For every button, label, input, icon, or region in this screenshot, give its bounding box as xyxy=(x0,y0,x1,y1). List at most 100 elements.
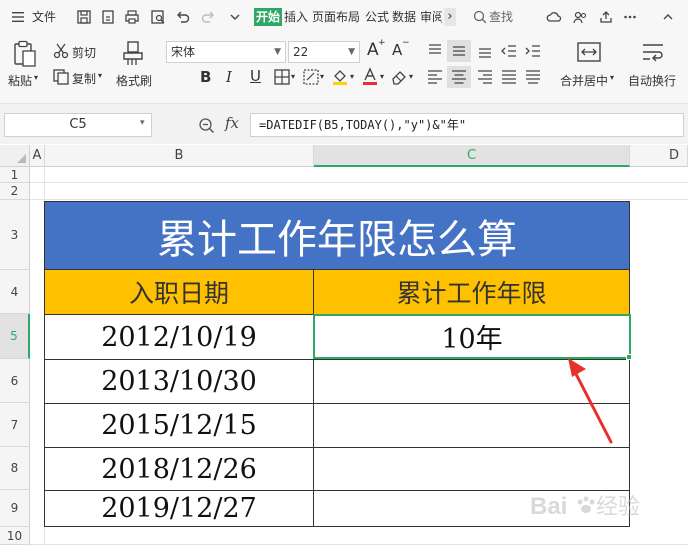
merge-center-button[interactable]: 合并居中 xyxy=(560,72,608,89)
fill-color-icon[interactable] xyxy=(331,67,349,85)
font-size-select[interactable]: 22 ▼ xyxy=(288,41,360,63)
more-tabs-arrow[interactable]: › xyxy=(444,8,456,26)
header-years-worked: 累计工作年限 xyxy=(396,279,547,308)
increase-indent-icon[interactable] xyxy=(524,42,542,60)
corner-triangle-icon xyxy=(17,154,26,163)
fill-handle[interactable] xyxy=(626,354,632,360)
merge-dropdown-icon[interactable]: ▾ xyxy=(610,73,614,82)
underline-button[interactable]: U xyxy=(250,67,261,85)
tab-page-layout[interactable]: 页面布局 xyxy=(312,9,360,25)
chevron-down-icon: ▼ xyxy=(274,47,281,57)
align-left-icon[interactable] xyxy=(426,68,444,86)
eraser-dropdown-icon[interactable]: ▾ xyxy=(409,72,413,81)
column-header-b[interactable]: B xyxy=(45,145,314,167)
tab-review[interactable]: 审阅 xyxy=(420,9,442,25)
cell-c8[interactable] xyxy=(313,447,630,491)
font-color-icon[interactable] xyxy=(361,67,379,85)
bold-button[interactable]: B xyxy=(200,68,211,86)
print-icon[interactable] xyxy=(124,9,140,25)
collapse-ribbon-icon[interactable] xyxy=(660,9,676,25)
row-header-1[interactable]: 1 xyxy=(0,167,30,183)
paste-button[interactable]: 粘贴 xyxy=(8,72,32,89)
align-center-icon[interactable] xyxy=(450,68,468,86)
decrease-indent-icon[interactable] xyxy=(500,42,518,60)
row-header-3[interactable]: 3 xyxy=(0,200,30,270)
formula-input[interactable]: =DATEDIF(B5,TODAY(),"y")&"年" xyxy=(250,113,684,137)
align-top-icon[interactable] xyxy=(426,42,444,60)
header-cell-b4[interactable]: 入职日期 xyxy=(44,269,314,315)
paste-dropdown-icon[interactable]: ▾ xyxy=(34,73,38,82)
share-icon[interactable] xyxy=(598,9,614,25)
wrap-text-button[interactable]: 自动换行 xyxy=(628,72,676,89)
tab-data[interactable]: 数据 xyxy=(392,9,416,25)
distributed-align-icon[interactable] xyxy=(524,68,542,86)
row-header-10[interactable]: 10 xyxy=(0,527,30,545)
borders-icon[interactable] xyxy=(273,68,291,86)
red-annotation-arrow xyxy=(568,358,613,444)
merged-title-cell[interactable]: 累计工作年限怎么算 xyxy=(44,201,630,270)
header-hire-date: 入职日期 xyxy=(128,279,229,308)
zoom-formula-icon[interactable] xyxy=(198,117,215,134)
fill-color-dropdown-icon[interactable]: ▾ xyxy=(350,72,354,81)
header-cell-c4[interactable]: 累计工作年限 xyxy=(313,269,630,315)
cell-b5[interactable]: 2012/10/19 xyxy=(44,314,314,360)
copy-dropdown-icon[interactable]: ▾ xyxy=(98,71,102,80)
row-header-4[interactable]: 4 xyxy=(0,270,30,314)
ribbon-toolbar: 粘贴 ▾ 剪切 复制 ▾ 格式刷 宋体 ▼ 22 ▼ A + A − B I U… xyxy=(0,36,688,104)
formula-text: =DATEDIF(B5,TODAY(),"y")&"年" xyxy=(259,118,467,132)
menu-bar: 文件 开始 插入 页面布局 公式 数据 审阅 › 查找 xyxy=(0,0,688,36)
column-header-c[interactable]: C xyxy=(314,145,630,167)
save-icon[interactable] xyxy=(76,9,92,25)
select-all-corner[interactable] xyxy=(0,145,30,167)
paste-icon[interactable] xyxy=(12,40,38,68)
file-menu[interactable]: 文件 xyxy=(32,9,56,25)
cell-b8[interactable]: 2018/12/26 xyxy=(44,447,314,491)
search-command[interactable]: 查找 xyxy=(489,9,513,25)
align-right-icon[interactable] xyxy=(476,68,494,86)
italic-button[interactable]: I xyxy=(226,68,232,86)
align-bottom-icon[interactable] xyxy=(476,42,494,60)
cell-b7[interactable]: 2015/12/15 xyxy=(44,403,314,448)
row-header-7[interactable]: 7 xyxy=(0,403,30,447)
tab-insert[interactable]: 插入 xyxy=(284,9,308,25)
tab-home[interactable]: 开始 xyxy=(254,8,283,26)
undo-icon[interactable] xyxy=(175,9,191,25)
align-middle-icon[interactable] xyxy=(450,42,468,60)
export-pdf-icon[interactable] xyxy=(100,9,116,25)
grow-font-button[interactable]: A xyxy=(367,40,379,60)
quick-access-dropdown-icon[interactable] xyxy=(227,9,243,25)
shrink-font-button[interactable]: A xyxy=(392,41,402,59)
cell-b9[interactable]: 2019/12/27 xyxy=(44,490,314,527)
more-options-icon[interactable] xyxy=(622,9,638,25)
print-preview-icon[interactable] xyxy=(150,9,166,25)
row-header-5[interactable]: 5 xyxy=(0,314,30,359)
hire-date-value: 2013/10/30 xyxy=(101,366,257,397)
fill-pattern-icon[interactable] xyxy=(302,68,320,86)
column-header-d[interactable]: D xyxy=(630,145,688,167)
cloud-sync-icon[interactable] xyxy=(546,9,562,25)
copy-button[interactable]: 复制 xyxy=(72,70,96,87)
hire-date-value: 2012/10/19 xyxy=(101,321,257,353)
justify-icon[interactable] xyxy=(500,68,518,86)
cut-button[interactable]: 剪切 xyxy=(72,44,96,61)
row-header-6[interactable]: 6 xyxy=(0,359,30,403)
insert-function-button[interactable]: fx xyxy=(225,114,239,132)
cell-b6[interactable]: 2013/10/30 xyxy=(44,359,314,404)
fill-pattern-dropdown-icon[interactable]: ▾ xyxy=(320,72,324,81)
tab-formulas[interactable]: 公式 xyxy=(365,9,389,25)
row-header-9[interactable]: 9 xyxy=(0,490,30,527)
name-box[interactable]: C5 xyxy=(4,113,152,137)
format-painter-icon[interactable] xyxy=(120,40,146,68)
hamburger-menu-icon[interactable] xyxy=(10,9,26,25)
font-name-select[interactable]: 宋体 ▼ xyxy=(166,41,286,63)
redo-icon[interactable] xyxy=(200,9,216,25)
font-color-dropdown-icon[interactable]: ▾ xyxy=(380,72,384,81)
row-header-8[interactable]: 8 xyxy=(0,447,30,490)
column-header-a[interactable]: A xyxy=(30,145,45,167)
format-painter-button[interactable]: 格式刷 xyxy=(116,72,152,89)
name-box-dropdown-icon[interactable]: ▾ xyxy=(140,118,145,128)
collaborate-icon[interactable] xyxy=(572,9,588,25)
borders-dropdown-icon[interactable]: ▾ xyxy=(291,72,295,81)
row-header-2[interactable]: 2 xyxy=(0,183,30,200)
eraser-icon[interactable] xyxy=(390,68,408,86)
